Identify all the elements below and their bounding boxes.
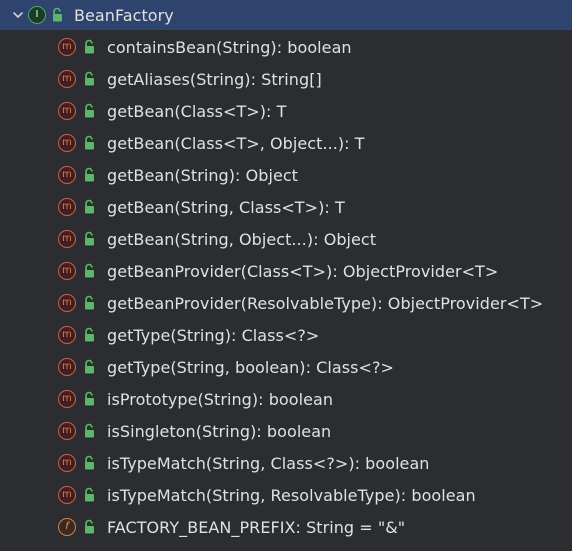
- member-label: getBeanProvider(ResolvableType): ObjectP…: [107, 293, 544, 313]
- tree-member-row[interactable]: m isTypeMatch(String, ResolvableType): b…: [0, 479, 572, 511]
- member-label: isPrototype(String): boolean: [107, 389, 334, 409]
- member-label: getType(String, boolean): Class<?>: [107, 357, 394, 377]
- public-lock-icon: [85, 103, 94, 118]
- method-icon: m: [58, 198, 76, 216]
- tree-member-row[interactable]: m isTypeMatch(String, Class<?>): boolean: [0, 447, 572, 479]
- member-label: getType(String): Class<?>: [107, 325, 320, 345]
- member-label: isSingleton(String): boolean: [107, 421, 332, 441]
- public-lock-icon: [85, 167, 94, 182]
- tree-member-row[interactable]: m getBeanProvider(ResolvableType): Objec…: [0, 287, 572, 319]
- tree-node-label: BeanFactory: [74, 5, 174, 25]
- tree-member-row[interactable]: m getBean(String, Class<T>): T: [0, 191, 572, 223]
- public-lock-icon: [85, 295, 94, 310]
- public-lock-icon: [85, 487, 94, 502]
- tree-member-row[interactable]: m getBean(Class<T>): T: [0, 95, 572, 127]
- method-icon: m: [58, 102, 76, 120]
- public-lock-icon: [85, 327, 94, 342]
- member-label: FACTORY_BEAN_PREFIX: String = "&": [107, 517, 406, 537]
- field-icon: f: [58, 518, 76, 536]
- tree-member-row[interactable]: f FACTORY_BEAN_PREFIX: String = "&": [0, 511, 572, 543]
- tree-member-row[interactable]: m containsBean(String): boolean: [0, 31, 572, 63]
- method-icon: m: [58, 262, 76, 280]
- member-label: getBean(String): Object: [107, 165, 299, 185]
- member-label: getBeanProvider(Class<T>): ObjectProvide…: [107, 261, 499, 281]
- public-lock-icon: [85, 231, 94, 246]
- method-icon: m: [58, 422, 76, 440]
- member-label: getBean(Class<T>): T: [107, 101, 287, 121]
- method-icon: m: [58, 134, 76, 152]
- public-lock-icon: [53, 7, 62, 22]
- method-icon: m: [58, 230, 76, 248]
- method-icon: m: [58, 166, 76, 184]
- tree-member-row[interactable]: m getBeanProvider(Class<T>): ObjectProvi…: [0, 255, 572, 287]
- method-icon: m: [58, 70, 76, 88]
- structure-tree: I BeanFactory m containsBean(String): bo…: [0, 0, 572, 551]
- method-icon: m: [58, 326, 76, 344]
- tree-member-row[interactable]: m getBean(String): Object: [0, 159, 572, 191]
- public-lock-icon: [85, 39, 94, 54]
- public-lock-icon: [85, 199, 94, 214]
- interface-icon: I: [28, 6, 46, 24]
- public-lock-icon: [85, 391, 94, 406]
- method-icon: m: [58, 390, 76, 408]
- chevron-down-icon[interactable]: [8, 5, 28, 25]
- public-lock-icon: [85, 519, 94, 534]
- member-label: containsBean(String): boolean: [107, 37, 352, 57]
- method-icon: m: [58, 38, 76, 56]
- public-lock-icon: [85, 455, 94, 470]
- tree-member-row[interactable]: m getBean(Class<T>, Object...): T: [0, 127, 572, 159]
- public-lock-icon: [85, 263, 94, 278]
- tree-member-row[interactable]: m isSingleton(String): boolean: [0, 415, 572, 447]
- member-label: getAliases(String): String[]: [107, 69, 322, 89]
- member-label: isTypeMatch(String, Class<?>): boolean: [107, 453, 430, 473]
- public-lock-icon: [85, 135, 94, 150]
- member-label: getBean(String, Class<T>): T: [107, 197, 345, 217]
- public-lock-icon: [85, 359, 94, 374]
- public-lock-icon: [85, 423, 94, 438]
- member-label: getBean(String, Object...): Object: [107, 229, 377, 249]
- tree-node-beanfactory[interactable]: I BeanFactory: [0, 0, 572, 30]
- method-icon: m: [58, 358, 76, 376]
- tree-member-row[interactable]: m getBean(String, Object...): Object: [0, 223, 572, 255]
- method-icon: m: [58, 486, 76, 504]
- member-label: getBean(Class<T>, Object...): T: [107, 133, 365, 153]
- method-icon: m: [58, 294, 76, 312]
- member-label: isTypeMatch(String, ResolvableType): boo…: [107, 485, 476, 505]
- tree-member-row[interactable]: m getType(String): Class<?>: [0, 319, 572, 351]
- tree-member-row[interactable]: m getAliases(String): String[]: [0, 63, 572, 95]
- tree-member-row[interactable]: m isPrototype(String): boolean: [0, 383, 572, 415]
- method-icon: m: [58, 454, 76, 472]
- tree-member-row[interactable]: m getType(String, boolean): Class<?>: [0, 351, 572, 383]
- public-lock-icon: [85, 71, 94, 86]
